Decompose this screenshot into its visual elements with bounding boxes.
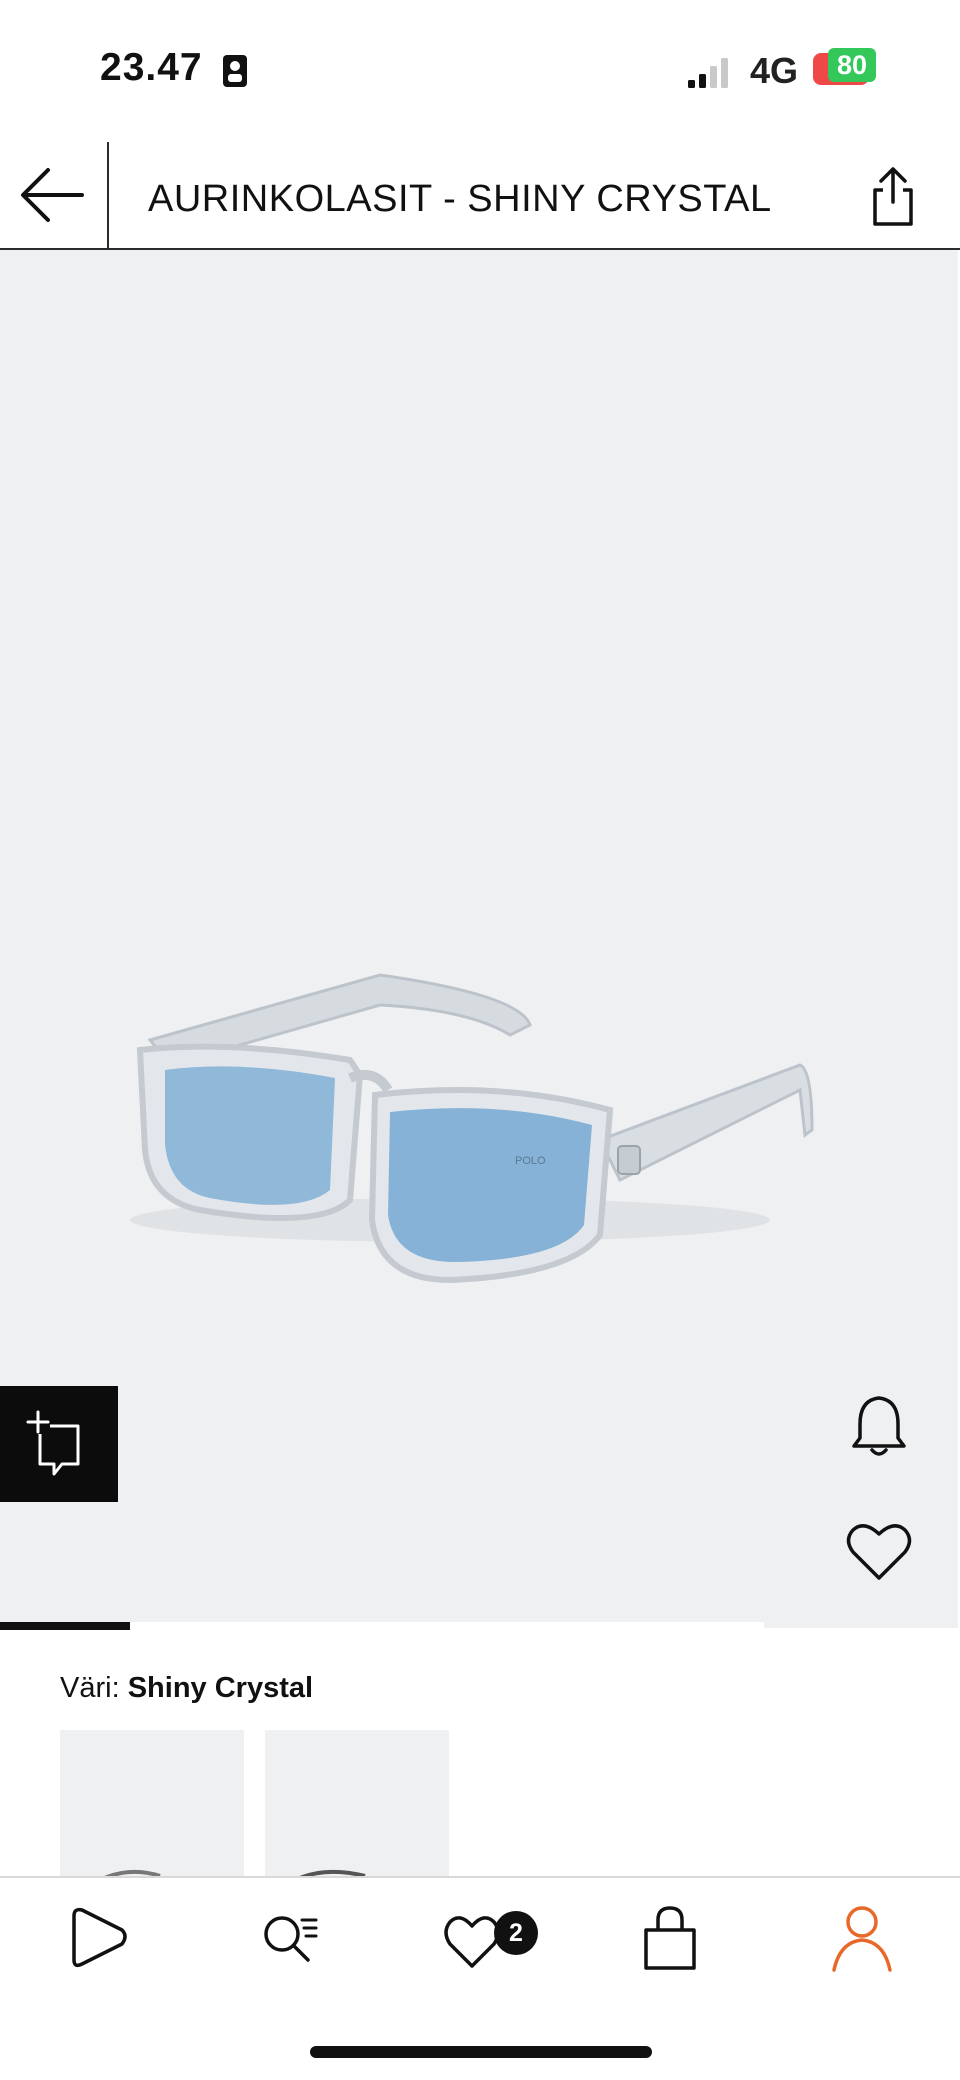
heart-icon bbox=[846, 1524, 912, 1580]
product-image-sunglasses[interactable]: POLO bbox=[0, 900, 960, 1320]
color-swatch[interactable] bbox=[60, 1730, 244, 1880]
bag-icon bbox=[644, 1906, 696, 1970]
nav-bag[interactable] bbox=[632, 1900, 708, 1976]
nav-home[interactable] bbox=[60, 1900, 136, 1976]
share-icon bbox=[873, 167, 913, 226]
gallery-progress-indicator bbox=[0, 1622, 130, 1630]
color-label-value: Shiny Crystal bbox=[127, 1672, 314, 1704]
nav-search[interactable] bbox=[252, 1900, 328, 1976]
account-icon bbox=[832, 1906, 892, 1972]
home-icon bbox=[72, 1907, 127, 1968]
color-label-key: Väri: bbox=[60, 1672, 120, 1704]
home-indicator bbox=[310, 2046, 652, 2058]
battery-level: 80 bbox=[828, 48, 876, 82]
page-title: AURINKOLASIT - SHINY CRYSTAL bbox=[148, 178, 772, 220]
swatch-thumbnail bbox=[294, 1869, 366, 1880]
status-time: 23.47 bbox=[100, 46, 203, 89]
lens-brand-text: POLO bbox=[515, 1155, 546, 1167]
back-button[interactable] bbox=[0, 142, 109, 248]
wishlist-count-badge: 2 bbox=[494, 1911, 538, 1955]
color-label: Väri: Shiny Crystal bbox=[60, 1672, 313, 1705]
try-on-icon bbox=[26, 1410, 80, 1476]
price-alert-button[interactable] bbox=[846, 1390, 912, 1462]
add-to-wishlist-button[interactable] bbox=[844, 1520, 914, 1584]
network-type: 4G bbox=[750, 50, 799, 91]
arrow-left-icon bbox=[21, 168, 84, 222]
contact-card-icon bbox=[223, 55, 247, 87]
share-button[interactable] bbox=[862, 164, 924, 230]
signal-icon bbox=[688, 58, 728, 88]
search-icon bbox=[264, 1916, 318, 1962]
bell-icon bbox=[852, 1396, 906, 1456]
virtual-try-on-button[interactable] bbox=[0, 1386, 118, 1502]
nav-account[interactable] bbox=[824, 1900, 900, 1976]
color-swatch[interactable] bbox=[265, 1730, 449, 1880]
swatch-thumbnail bbox=[99, 1869, 161, 1880]
